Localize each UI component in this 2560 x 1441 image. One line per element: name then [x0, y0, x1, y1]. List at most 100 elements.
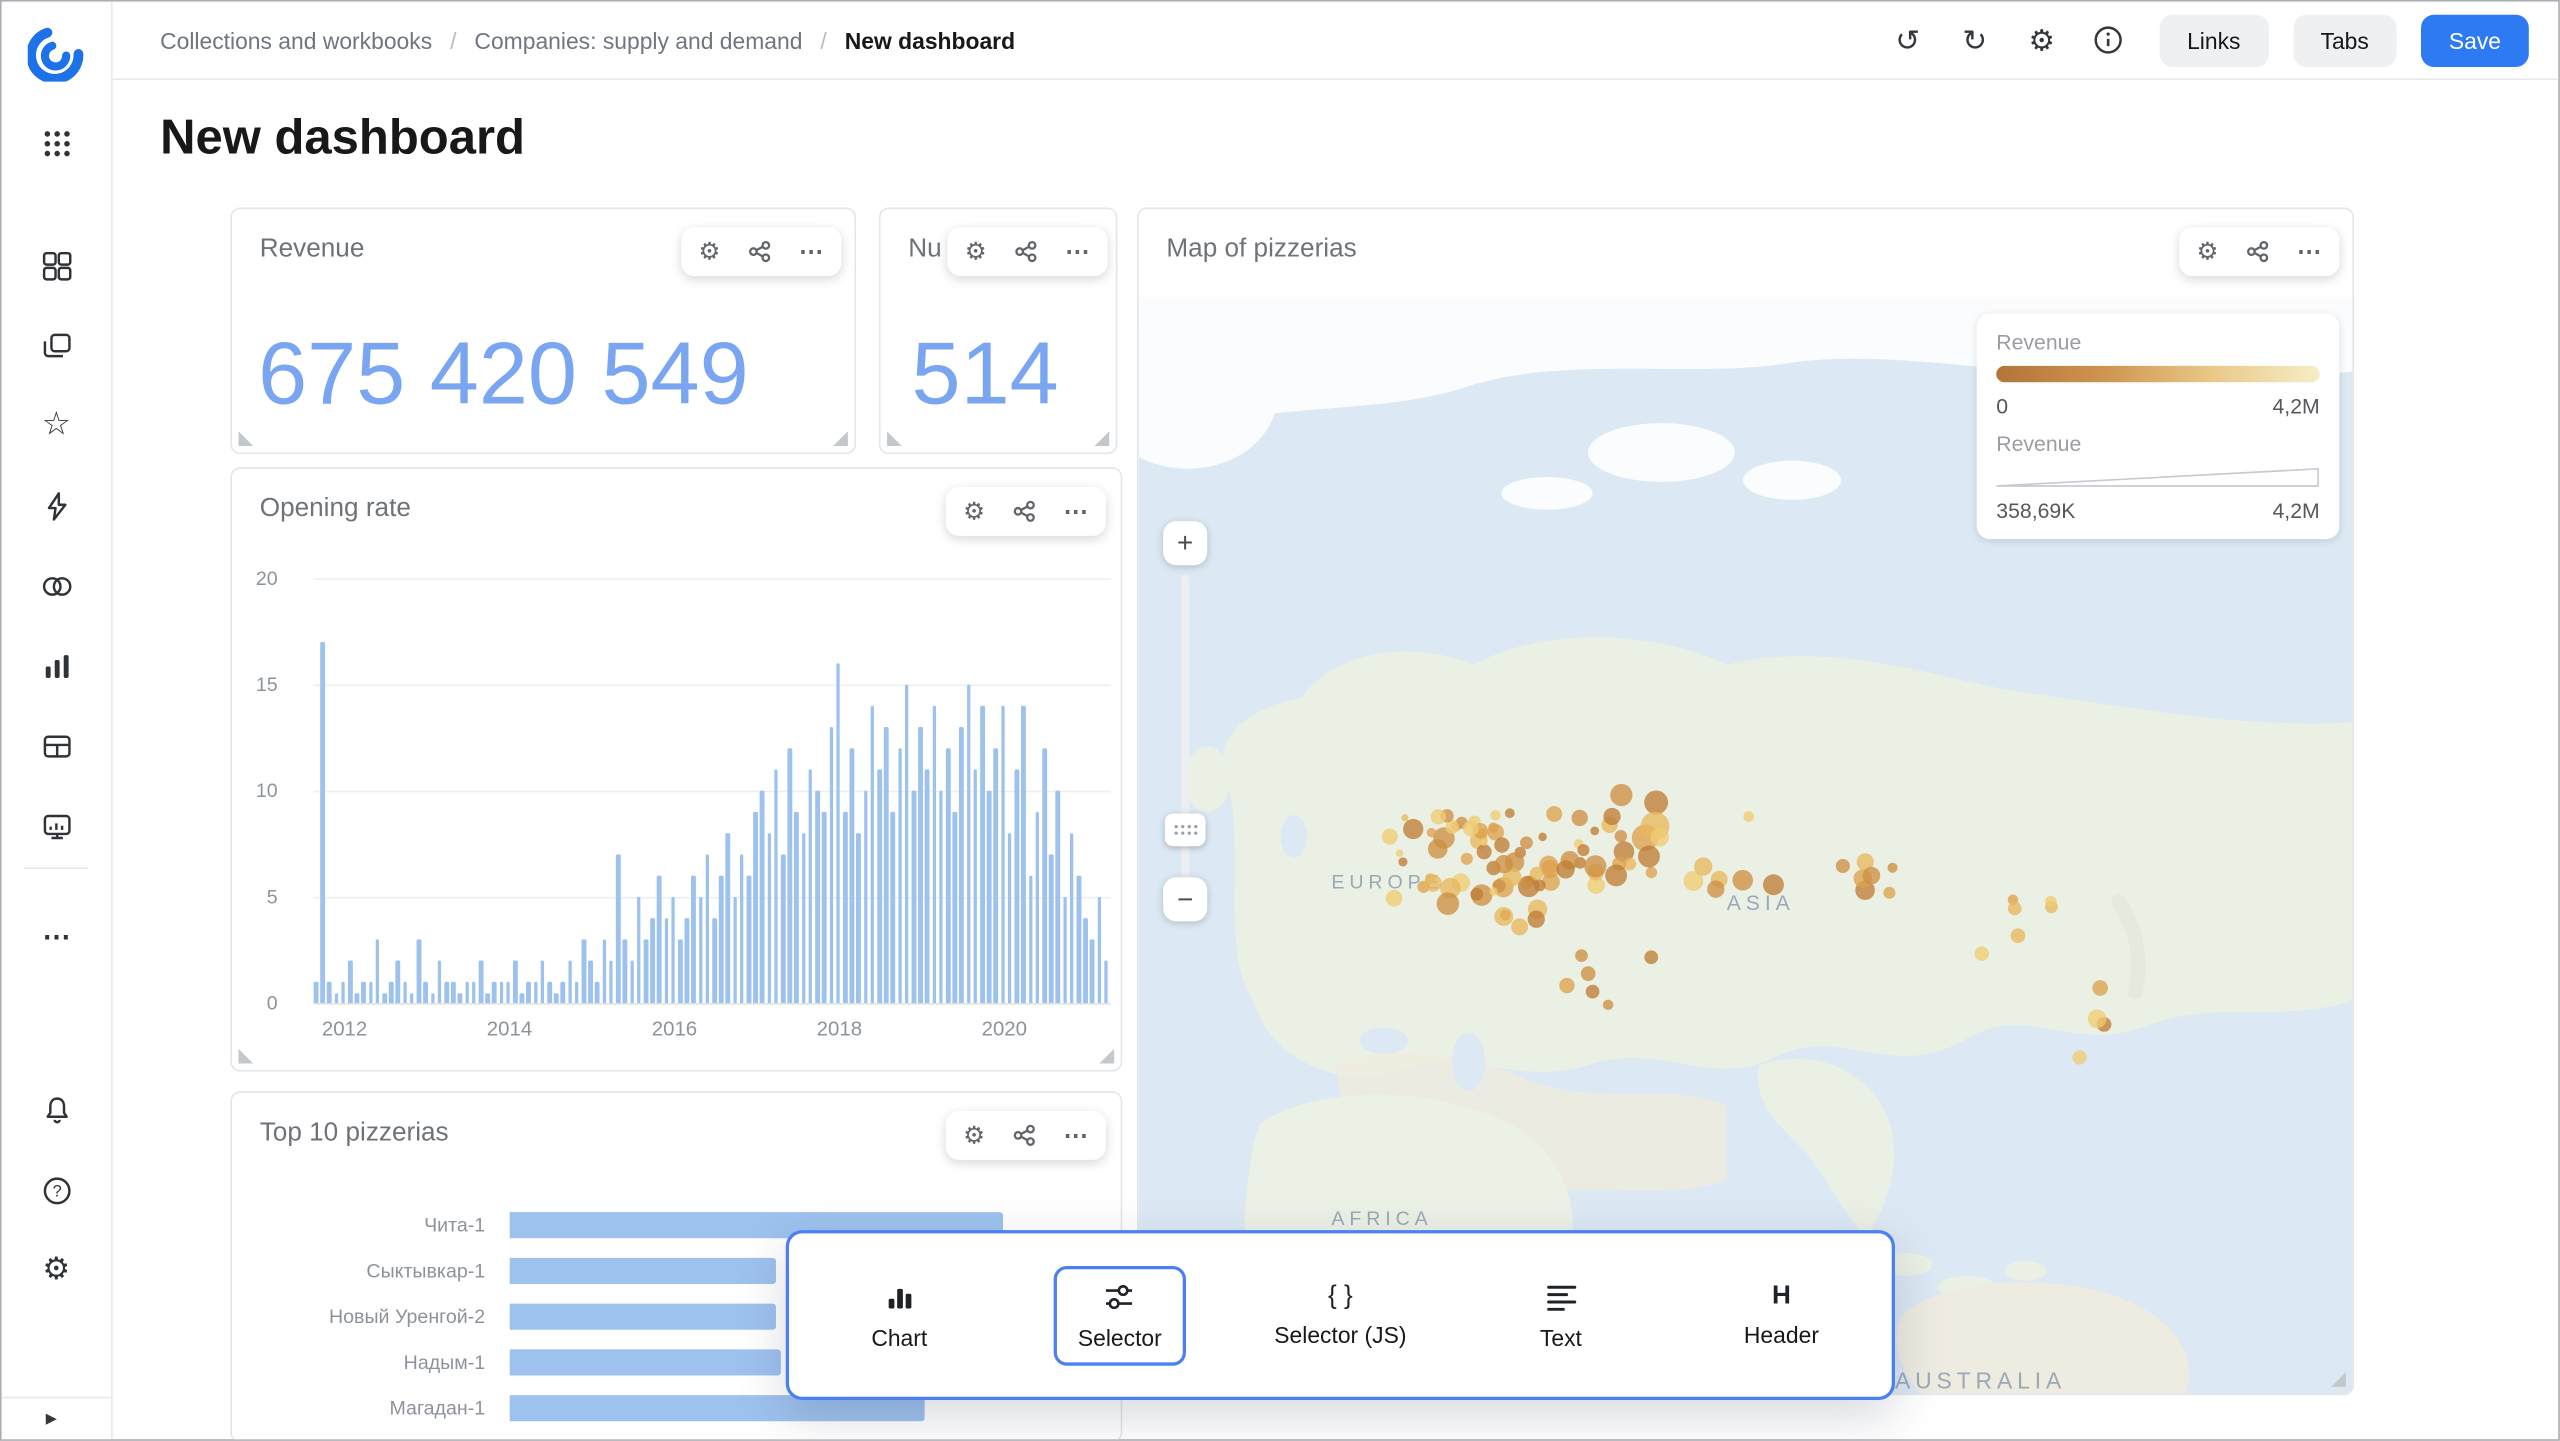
resize-handle-br[interactable]	[2331, 1372, 2346, 1387]
redo-button[interactable]: ↻	[1949, 14, 2001, 66]
bar	[403, 982, 407, 1003]
widget-links-button[interactable]	[1013, 239, 1039, 265]
map-data-point	[1480, 839, 1487, 846]
widget-settings-button[interactable]: ⚙	[963, 499, 985, 524]
bar	[355, 992, 359, 1003]
info-button[interactable]	[2083, 14, 2135, 66]
sidebar-item-tables[interactable]	[27, 719, 86, 775]
panel-item-text[interactable]: Text	[1451, 1233, 1672, 1396]
map-viewport[interactable]: EUROPEASIAAFRICAAUSTRALIA Revenue 0 4,2M…	[1139, 297, 2353, 1393]
bar	[341, 982, 345, 1003]
widget-opening-rate[interactable]: Opening rate ⚙ ⋯ 05101520 20122014201620…	[230, 467, 1122, 1071]
widget-actions: ⚙ ⋯	[945, 1111, 1106, 1160]
x-axis-tick: 2014	[487, 1018, 532, 1041]
dashboard-settings-button[interactable]: ⚙	[2016, 14, 2068, 66]
sidebar-item-favorites[interactable]: ☆	[27, 397, 86, 453]
resize-handle-br[interactable]	[833, 431, 848, 446]
category-label: Сыктывкар-1	[232, 1260, 508, 1283]
resize-handle-bl[interactable]	[887, 431, 902, 446]
map-data-point	[1603, 808, 1620, 825]
resize-handle-bl[interactable]	[239, 1049, 254, 1064]
widget-links-button[interactable]	[747, 239, 773, 265]
zoom-in-button[interactable]: +	[1163, 521, 1207, 565]
widget-settings-button[interactable]: ⚙	[2196, 239, 2218, 264]
bar	[589, 961, 593, 1003]
sidebar-help-button[interactable]: ?	[27, 1163, 86, 1219]
widget-pizzeria-count[interactable]: Nu ⚙ ⋯ 514	[879, 207, 1118, 454]
widget-more-button[interactable]: ⋯	[799, 239, 824, 264]
resize-handle-bl[interactable]	[239, 431, 254, 446]
bar	[1090, 939, 1094, 1003]
bar	[994, 748, 998, 1003]
star-icon: ☆	[42, 408, 71, 441]
sidebar-notifications-button[interactable]	[27, 1083, 86, 1139]
tabs-button[interactable]: Tabs	[2293, 14, 2397, 66]
resize-handle-br[interactable]	[1095, 431, 1110, 446]
legend-fill-max: 4,2M	[2272, 394, 2319, 419]
sidebar-settings-button[interactable]: ⚙	[27, 1242, 86, 1298]
widget-actions: ⚙ ⋯	[680, 227, 841, 276]
links-icon	[1011, 1122, 1037, 1148]
bar	[863, 791, 867, 1003]
panel-item-selected-box[interactable]: Selector	[1053, 1265, 1186, 1365]
sidebar-item-datasets[interactable]	[27, 559, 86, 615]
sidebar-item-charts[interactable]	[27, 639, 86, 695]
panel-item-chart[interactable]: Chart	[789, 1233, 1010, 1396]
sidebar-item-connections[interactable]	[27, 479, 86, 535]
zoom-slider-handle[interactable]	[1165, 814, 1206, 847]
map-data-point	[2008, 902, 2022, 916]
undo-button[interactable]: ↺	[1882, 14, 1934, 66]
breadcrumb-workbook[interactable]: Companies: supply and demand	[474, 27, 802, 53]
datalens-logo[interactable]	[28, 23, 87, 82]
bar	[650, 918, 654, 1003]
bar	[905, 684, 909, 1003]
monitor-icon	[40, 810, 73, 843]
bar	[609, 961, 613, 1003]
widget-title: Top 10 pizzerias	[260, 1119, 449, 1148]
gear-icon: ⚙	[963, 1121, 985, 1149]
bar	[925, 769, 929, 1003]
sidebar-more-button[interactable]: ⋯	[27, 908, 86, 964]
widget-links-button[interactable]	[1011, 498, 1037, 524]
bar	[836, 663, 840, 1003]
widget-settings-button[interactable]: ⚙	[963, 1123, 985, 1148]
widget-more-button[interactable]: ⋯	[1065, 239, 1090, 264]
bar	[437, 961, 441, 1003]
y-axis-tick: 15	[256, 673, 278, 696]
widget-settings-button[interactable]: ⚙	[698, 239, 720, 264]
widget-links-button[interactable]	[2245, 239, 2271, 265]
bar	[582, 939, 586, 1003]
widget-map[interactable]: Map of pizzerias ⚙ ⋯	[1137, 207, 2354, 1395]
sidebar-expand-button[interactable]: ▶	[2, 1397, 111, 1439]
save-button[interactable]: Save	[2421, 14, 2529, 66]
gear-icon: ⚙	[42, 1254, 70, 1285]
panel-item-selector-js[interactable]: { } Selector (JS)	[1230, 1233, 1451, 1396]
map-legend: Revenue 0 4,2M Revenue 358,69K 4,2M	[1977, 314, 2340, 539]
braces-icon: { }	[1328, 1283, 1353, 1309]
bar	[815, 791, 819, 1003]
breadcrumb-collections[interactable]: Collections and workbooks	[160, 27, 432, 53]
sidebar-item-collections[interactable]	[27, 319, 86, 375]
panel-item-selector[interactable]: Selector	[1010, 1233, 1231, 1396]
links-button[interactable]: Links	[2159, 14, 2268, 66]
widget-more-button[interactable]: ⋯	[1063, 1123, 1088, 1148]
links-icon	[747, 239, 773, 265]
sidebar-item-dashboards[interactable]	[27, 239, 86, 295]
map-data-point	[1836, 859, 1850, 873]
bar	[980, 706, 984, 1003]
panel-item-header[interactable]: H Header	[1671, 1233, 1892, 1396]
zoom-out-button[interactable]: −	[1163, 877, 1207, 921]
widget-more-button[interactable]: ⋯	[2297, 239, 2322, 264]
widget-revenue[interactable]: Revenue ⚙ ⋯ 675 420 549	[230, 207, 856, 454]
sidebar-item-monitoring[interactable]	[27, 799, 86, 855]
widget-more-button[interactable]: ⋯	[1063, 499, 1088, 524]
widget-settings-button[interactable]: ⚙	[965, 239, 987, 264]
resize-handle-br[interactable]	[1099, 1049, 1114, 1064]
apps-grid-button[interactable]	[27, 116, 86, 172]
bar	[527, 982, 531, 1003]
widget-links-button[interactable]	[1011, 1122, 1037, 1148]
y-axis-tick: 10	[256, 779, 278, 802]
widget-actions: ⚙ ⋯	[2178, 227, 2339, 276]
redo-icon: ↻	[1962, 25, 1987, 54]
bar	[877, 769, 881, 1003]
